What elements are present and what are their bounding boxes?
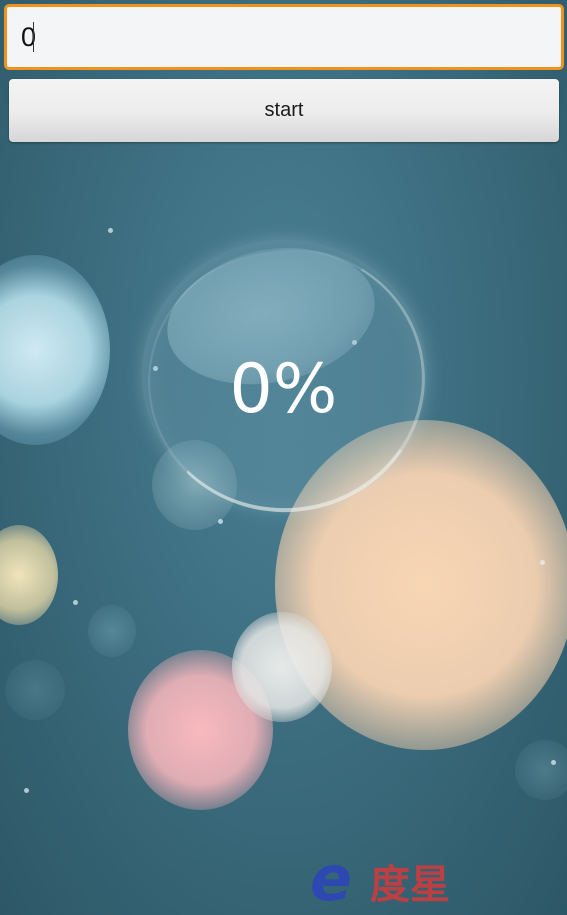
bokeh-light-white	[232, 612, 332, 722]
bokeh-light-faint	[5, 660, 65, 720]
sparkle	[540, 560, 545, 565]
sparkle	[24, 788, 29, 793]
start-button[interactable]: start	[9, 79, 559, 142]
bokeh-light-yellow	[0, 525, 58, 625]
sparkle	[551, 760, 556, 765]
bokeh-light-faint	[88, 605, 136, 657]
logo-letter: e	[310, 848, 352, 912]
sparkle	[218, 519, 223, 524]
watermark-logo: e 度星	[310, 848, 450, 912]
logo-text: 度星	[370, 862, 450, 908]
bokeh-light-faint	[515, 740, 567, 800]
text-cursor	[33, 22, 34, 52]
sparkle	[73, 600, 78, 605]
number-input[interactable]	[4, 4, 564, 70]
app-screen: start 0% e 度星	[0, 0, 567, 915]
progress-percent-label: 0%	[229, 350, 338, 429]
sparkle	[108, 228, 113, 233]
